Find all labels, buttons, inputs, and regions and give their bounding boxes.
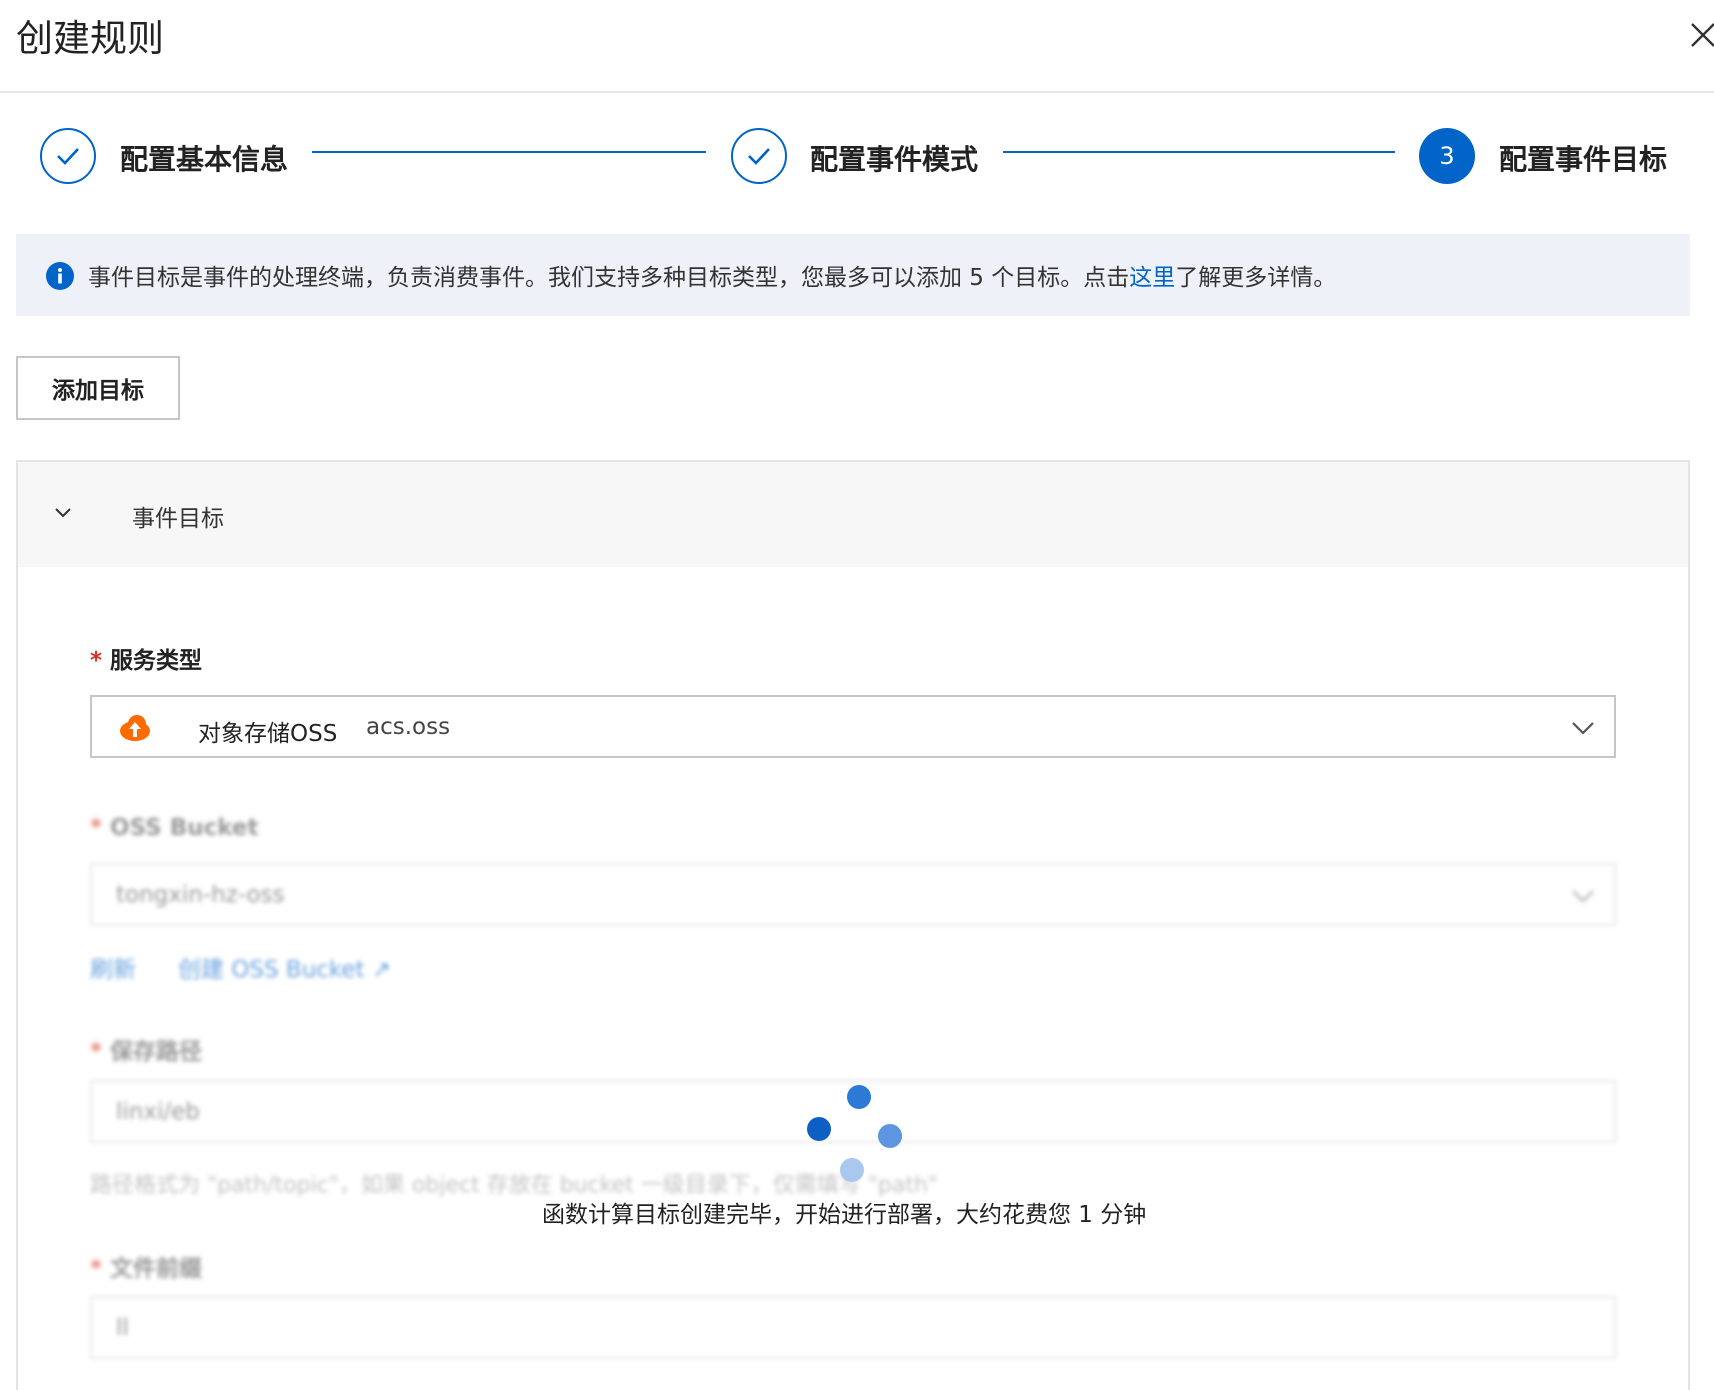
loading-message: 函数计算目标创建完毕，开始进行部署，大约花费您 1 分钟 xyxy=(542,1202,1147,1228)
chevron-down-icon xyxy=(1572,890,1594,903)
panel-header[interactable]: 事件目标 xyxy=(18,462,1688,567)
close-icon[interactable] xyxy=(1688,20,1714,50)
save-path-label: * 保存路径 xyxy=(90,1039,203,1065)
service-name: 对象存储OSS xyxy=(198,721,338,747)
save-path-value: linxi/eb xyxy=(116,1099,200,1125)
oss-bucket-select[interactable]: tongxin-hz-oss xyxy=(90,863,1616,926)
info-alert: 事件目标是事件的处理终端，负责消费事件。我们支持多种目标类型，您最多可以添加 5… xyxy=(16,234,1690,316)
spinner-dot xyxy=(847,1085,871,1109)
service-type-select[interactable]: 对象存储OSS acs.oss xyxy=(90,695,1616,758)
file-prefix-label: * 文件前缀 xyxy=(90,1256,203,1282)
step-1-label: 配置基本信息 xyxy=(120,143,289,176)
chevron-down-icon xyxy=(1572,722,1594,735)
dialog-title: 创建规则 xyxy=(16,17,164,60)
alert-learn-more-link[interactable]: 这里 xyxy=(1129,265,1175,291)
info-icon xyxy=(46,262,74,290)
add-target-button[interactable]: 添加目标 xyxy=(16,356,180,420)
step-1-check-icon xyxy=(40,128,96,184)
dialog-header: 创建规则 xyxy=(0,0,1714,93)
file-prefix-input[interactable]: ll xyxy=(90,1296,1616,1359)
chevron-down-icon[interactable] xyxy=(52,502,74,524)
step-3-label: 配置事件目标 xyxy=(1499,143,1668,176)
step-2-label: 配置事件模式 xyxy=(810,143,979,176)
spinner-dot xyxy=(840,1158,864,1182)
oss-bucket-label: * OSS Bucket xyxy=(90,815,259,841)
service-type-label: * 服务类型 xyxy=(90,648,203,674)
create-bucket-link[interactable]: 创建 OSS Bucket ↗ xyxy=(178,950,391,984)
oss-cloud-icon xyxy=(120,715,150,741)
alert-text-before: 事件目标是事件的处理终端，负责消费事件。我们支持多种目标类型，您最多可以添加 5… xyxy=(88,265,1130,291)
step-connector-2 xyxy=(1003,151,1395,153)
spinner-dot xyxy=(807,1117,831,1141)
spinner-dot xyxy=(878,1124,902,1148)
refresh-link[interactable]: 刷新 xyxy=(90,950,136,984)
service-code: acs.oss xyxy=(366,714,451,740)
file-prefix-value: ll xyxy=(116,1315,129,1341)
loading-spinner xyxy=(800,1080,910,1182)
external-link-icon: ↗ xyxy=(371,957,392,983)
required-mark: * xyxy=(90,648,103,674)
panel-title: 事件目标 xyxy=(132,506,224,532)
alert-text-after: 了解更多详情。 xyxy=(1175,265,1337,291)
step-2-check-icon xyxy=(731,128,787,184)
step-3-number: 3 xyxy=(1419,128,1475,184)
oss-bucket-value: tongxin-hz-oss xyxy=(116,882,285,908)
step-connector-1 xyxy=(312,151,706,153)
alert-text: 事件目标是事件的处理终端，负责消费事件。我们支持多种目标类型，您最多可以添加 5… xyxy=(88,258,1336,292)
